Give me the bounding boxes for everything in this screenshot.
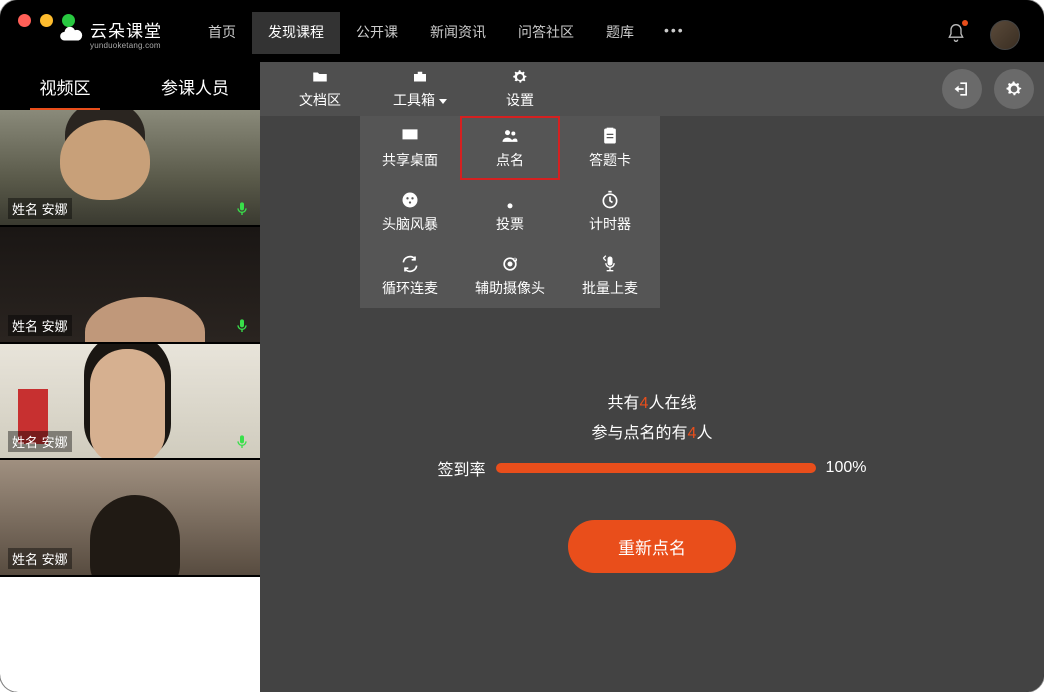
participant-name: 姓名 安娜 xyxy=(8,548,72,569)
tab-participants[interactable]: 参课人员 xyxy=(130,64,260,109)
people-icon xyxy=(499,126,521,146)
toolbox-button[interactable]: 工具箱 xyxy=(370,64,470,114)
video-list: 姓名 安娜 姓名 安娜 姓名 安娜 姓名 安娜 xyxy=(0,110,260,692)
sidebar-tabs: 视频区 参课人员 xyxy=(0,62,260,110)
tool-label: 投票 xyxy=(496,214,524,234)
tool-label: 辅助摄像头 xyxy=(475,278,545,298)
nav-more[interactable]: ••• xyxy=(650,12,699,54)
app-window: 云朵课堂 yunduoketang.com 首页 发现课程 公开课 新闻资讯 问… xyxy=(0,0,1044,692)
tool-vote[interactable]: 投票 xyxy=(460,180,560,244)
tool-label: 头脑风暴 xyxy=(382,214,438,234)
logo-text: 云朵课堂 xyxy=(90,17,162,42)
mic-on-icon xyxy=(234,318,250,334)
progress-bar xyxy=(496,463,816,473)
close-dot[interactable] xyxy=(18,14,31,27)
share-icon xyxy=(399,126,421,146)
participant-name: 姓名 安娜 xyxy=(8,431,72,452)
rate-label: 签到率 xyxy=(438,456,486,480)
app-body: 视频区 参课人员 姓名 安娜 姓名 安娜 姓名 安娜 xyxy=(0,62,1044,692)
video-tile-empty xyxy=(0,577,260,692)
timer-icon xyxy=(599,190,621,210)
logo-subtitle: yunduoketang.com xyxy=(90,41,162,50)
toolbox-icon xyxy=(410,68,430,86)
video-tile[interactable]: 姓名 安娜 xyxy=(0,110,260,225)
top-right xyxy=(946,20,1020,50)
tool-label: 答题卡 xyxy=(589,150,631,170)
tool-aux-camera[interactable]: 辅助摄像头 xyxy=(460,244,560,308)
tool-brainstorm[interactable]: 头脑风暴 xyxy=(360,180,460,244)
tool-label: 计时器 xyxy=(589,214,631,234)
nav-news[interactable]: 新闻资讯 xyxy=(414,12,502,54)
doc-area-button[interactable]: 文档区 xyxy=(270,64,370,114)
tab-video-area[interactable]: 视频区 xyxy=(0,64,130,109)
tool-roll-call[interactable]: 点名 xyxy=(460,116,560,180)
attend-stat: 参与点名的有4人 xyxy=(592,419,713,443)
settings-button[interactable]: 设置 xyxy=(470,64,570,114)
loop-icon xyxy=(399,254,421,274)
sidebar: 视频区 参课人员 姓名 安娜 姓名 安娜 姓名 安娜 xyxy=(0,62,260,692)
minimize-dot[interactable] xyxy=(40,14,53,27)
tool-label: 共享桌面 xyxy=(382,150,438,170)
toolbox-label: 工具箱 xyxy=(393,90,447,110)
user-avatar[interactable] xyxy=(990,20,1020,50)
vote-icon xyxy=(499,190,521,210)
video-tile[interactable]: 姓名 安娜 xyxy=(0,227,260,342)
doc-area-label: 文档区 xyxy=(299,90,341,110)
main-toolbar: 文档区 工具箱 设置 xyxy=(260,62,1044,116)
tool-loop-mic[interactable]: 循环连麦 xyxy=(360,244,460,308)
tool-batch-mic[interactable]: 批量上麦 xyxy=(560,244,660,308)
online-stat: 共有4人在线 xyxy=(608,389,697,413)
camera-icon xyxy=(499,254,521,274)
nav-discover-courses[interactable]: 发现课程 xyxy=(252,12,340,54)
top-bar: 云朵课堂 yunduoketang.com 首页 发现课程 公开课 新闻资讯 问… xyxy=(0,0,1044,62)
tool-label: 点名 xyxy=(496,150,524,170)
participant-name: 姓名 安娜 xyxy=(8,198,72,219)
folder-icon xyxy=(310,68,330,86)
video-tile[interactable]: 姓名 安娜 xyxy=(0,344,260,459)
tool-timer[interactable]: 计时器 xyxy=(560,180,660,244)
tool-label: 批量上麦 xyxy=(582,278,638,298)
rate-percent: 100% xyxy=(826,459,867,477)
redo-roll-call-button[interactable]: 重新点名 xyxy=(568,520,736,573)
config-button[interactable] xyxy=(994,69,1034,109)
main-area: 文档区 工具箱 设置 xyxy=(260,62,1044,692)
nav-open-courses[interactable]: 公开课 xyxy=(340,12,414,54)
mic-on-icon xyxy=(234,434,250,450)
maximize-dot[interactable] xyxy=(62,14,75,27)
tool-share-desktop[interactable]: 共享桌面 xyxy=(360,116,460,180)
exit-button[interactable] xyxy=(942,69,982,109)
window-traffic-lights xyxy=(18,14,75,27)
top-nav: 首页 发现课程 公开课 新闻资讯 问答社区 题库 ••• xyxy=(192,12,699,54)
gear-icon xyxy=(510,68,530,86)
mic-on-icon xyxy=(234,201,250,217)
participant-name: 姓名 安娜 xyxy=(8,315,72,336)
brain-icon xyxy=(399,190,421,210)
checkin-rate: 签到率 100% xyxy=(438,456,867,480)
toolbox-dropdown: 共享桌面 点名 答题卡 头脑风暴 投票 xyxy=(360,116,660,308)
batch-mic-icon xyxy=(599,254,621,274)
chevron-down-icon xyxy=(439,99,447,104)
tool-answer-card[interactable]: 答题卡 xyxy=(560,116,660,180)
video-tile[interactable]: 姓名 安娜 xyxy=(0,460,260,575)
nav-qa-community[interactable]: 问答社区 xyxy=(502,12,590,54)
gear-icon xyxy=(1004,79,1024,99)
notification-dot xyxy=(962,20,968,26)
exit-icon xyxy=(952,79,972,99)
nav-home[interactable]: 首页 xyxy=(192,12,252,54)
nav-question-bank[interactable]: 题库 xyxy=(590,12,650,54)
progress-track xyxy=(496,463,816,473)
tool-label: 循环连麦 xyxy=(382,278,438,298)
settings-label: 设置 xyxy=(506,90,534,110)
notifications-button[interactable] xyxy=(946,22,966,49)
card-icon xyxy=(599,126,621,146)
